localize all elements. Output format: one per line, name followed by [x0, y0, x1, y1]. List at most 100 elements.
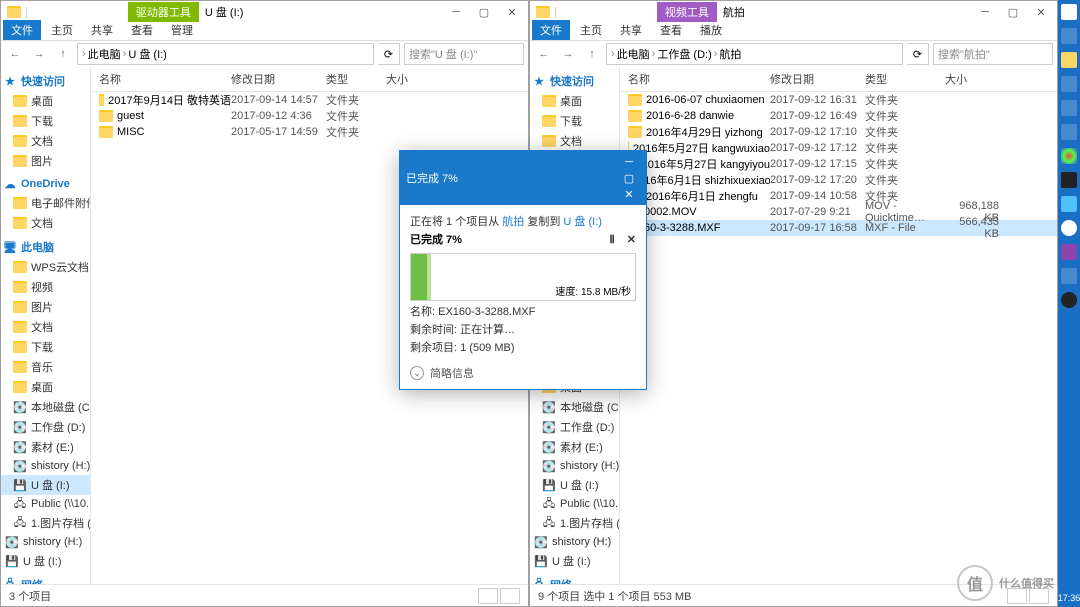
nav-item-thisPC[interactable]: 🖥此电脑: [1, 237, 90, 257]
minimize-button[interactable]: ─: [442, 2, 470, 22]
search-input[interactable]: 搜索"U 盘 (I:)": [404, 43, 524, 65]
table-row[interactable]: 2016-06-07 chuxiaomen2017-09-12 16:31文件夹: [620, 92, 1057, 108]
steam-icon[interactable]: [1061, 172, 1077, 188]
nav-item-shistoryH2[interactable]: 💽shistory (H:): [530, 533, 619, 551]
nav-item-network[interactable]: 🖧网络: [530, 575, 619, 584]
nav-item-desktop[interactable]: 桌面: [1, 91, 90, 111]
nav-item-emailAtt[interactable]: 电子邮件附件: [1, 193, 90, 213]
nav-item-documents[interactable]: 文档: [1, 131, 90, 151]
obs-icon[interactable]: [1061, 292, 1077, 308]
source-link[interactable]: 航拍: [502, 216, 524, 228]
maximize-button[interactable]: ▢: [999, 2, 1027, 22]
table-row[interactable]: 60-3-3288.MXF2017-09-17 16:58MXF - File5…: [620, 220, 1057, 236]
context-tool-tab[interactable]: 视频工具: [657, 2, 717, 22]
nav-item-shistoryH[interactable]: 💽shistory (H:): [530, 457, 619, 475]
tab-view[interactable]: 查看: [123, 20, 161, 40]
search-input[interactable]: 搜索"航拍": [933, 43, 1053, 65]
nav-item-usbI2[interactable]: 💾U 盘 (I:): [1, 551, 90, 571]
tab-play[interactable]: 播放: [692, 20, 730, 40]
table-row[interactable]: 2016年4月29日 yizhong2017-09-12 17:10文件夹: [620, 124, 1057, 140]
close-button[interactable]: ✕: [498, 2, 526, 22]
nav-item-quickAccess[interactable]: ★快速访问: [530, 71, 619, 91]
nav-item-wps[interactable]: WPS云文档: [1, 257, 90, 277]
refresh-button[interactable]: ⟳: [378, 43, 400, 65]
nav-item-docs3[interactable]: 文档: [1, 317, 90, 337]
tab-file[interactable]: 文件: [532, 20, 570, 40]
nav-item-quickAccess[interactable]: ★快速访问: [1, 71, 90, 91]
nav-item-workD[interactable]: 💽工作盘 (D:): [1, 417, 90, 437]
nav-item-downloads[interactable]: 下载: [1, 111, 90, 131]
clock[interactable]: 17:36: [1058, 589, 1080, 607]
tab-manage[interactable]: 管理: [163, 20, 201, 40]
nav-item-docs2[interactable]: 文档: [1, 213, 90, 233]
nav-item-oneDrive[interactable]: ☁OneDrive: [1, 175, 90, 193]
maximize-button[interactable]: ▢: [470, 2, 498, 22]
bmw-icon[interactable]: [1061, 220, 1077, 236]
tab-home[interactable]: 主页: [43, 20, 81, 40]
forward-button[interactable]: →: [558, 44, 578, 64]
table-row[interactable]: 2016-6-28 danwie2017-09-12 16:49文件夹: [620, 108, 1057, 124]
table-row[interactable]: 2016年5月27日 kangyiyou2017-09-12 17:15文件夹: [620, 156, 1057, 172]
nav-item-shistoryH2[interactable]: 💽shistory (H:): [1, 533, 90, 551]
nav-item-usbI[interactable]: 💾U 盘 (I:): [1, 475, 90, 495]
nav-item-localC[interactable]: 💽本地磁盘 (C:): [1, 397, 90, 417]
chrome-icon[interactable]: [1061, 148, 1077, 164]
taskbar-app-icon[interactable]: [1061, 76, 1077, 92]
file-list[interactable]: 2016-06-07 chuxiaomen2017-09-12 16:31文件夹…: [620, 92, 1057, 584]
up-button[interactable]: ↑: [53, 44, 73, 64]
word-icon[interactable]: [1061, 196, 1077, 212]
nav-item-picStore[interactable]: 🖧1.图片存档 (\\10.12: [530, 513, 619, 533]
table-row[interactable]: guest2017-09-12 4:36文件夹: [91, 108, 528, 124]
minimize-button[interactable]: ─: [971, 2, 999, 22]
nav-item-network[interactable]: 🖧网络: [1, 575, 90, 584]
nav-item-picStore[interactable]: 🖧1.图片存档 (\\10.12: [1, 513, 90, 533]
nav-item-public[interactable]: 🖧Public (\\10.127.10: [1, 495, 90, 513]
dialog-minimize-button[interactable]: ─: [618, 154, 640, 170]
nav-item-downloads[interactable]: 下载: [530, 111, 619, 131]
context-tool-tab[interactable]: 驱动器工具: [128, 2, 199, 22]
taskbar-app-icon[interactable]: [1061, 28, 1077, 44]
table-row[interactable]: 2017年9月14日 敬特英语2017-09-14 14:57文件夹: [91, 92, 528, 108]
column-headers[interactable]: 名称 修改日期 类型 大小: [91, 67, 528, 92]
tab-home[interactable]: 主页: [572, 20, 610, 40]
nav-item-music[interactable]: 音乐: [1, 357, 90, 377]
breadcrumb[interactable]: ›此电脑 ›工作盘 (D:) ›航拍: [606, 43, 903, 65]
nav-item-desktop2[interactable]: 桌面: [1, 377, 90, 397]
nav-item-usbI[interactable]: 💾U 盘 (I:): [530, 475, 619, 495]
view-icons-button[interactable]: [500, 588, 520, 604]
tab-view[interactable]: 查看: [652, 20, 690, 40]
nav-item-pictures2[interactable]: 图片: [1, 297, 90, 317]
nav-item-localC[interactable]: 💽本地磁盘 (C:): [530, 397, 619, 417]
dialog-maximize-button[interactable]: ▢: [618, 170, 640, 186]
refresh-button[interactable]: ⟳: [907, 43, 929, 65]
nav-item-downloads2[interactable]: 下载: [1, 337, 90, 357]
tab-share[interactable]: 共享: [612, 20, 650, 40]
premiere-icon[interactable]: [1061, 244, 1077, 260]
back-button[interactable]: ←: [534, 44, 554, 64]
breadcrumb[interactable]: ›此电脑 ›U 盘 (I:): [77, 43, 374, 65]
nav-item-shistoryH[interactable]: 💽shistory (H:): [1, 457, 90, 475]
nav-item-pictures[interactable]: 图片: [1, 151, 90, 171]
nav-item-documents[interactable]: 文档: [530, 131, 619, 151]
column-headers[interactable]: 名称 修改日期 类型 大小: [620, 67, 1057, 92]
nav-item-usbI2[interactable]: 💾U 盘 (I:): [530, 551, 619, 571]
taskbar-app-icon[interactable]: [1061, 268, 1077, 284]
start-button[interactable]: [1061, 4, 1077, 20]
view-details-button[interactable]: [478, 588, 498, 604]
tab-share[interactable]: 共享: [83, 20, 121, 40]
dest-link[interactable]: U 盘 (I:): [563, 216, 602, 228]
taskbar[interactable]: 17:36: [1058, 0, 1080, 607]
up-button[interactable]: ↑: [582, 44, 602, 64]
back-button[interactable]: ←: [5, 44, 25, 64]
close-button[interactable]: ✕: [1027, 2, 1055, 22]
nav-item-desktop[interactable]: 桌面: [530, 91, 619, 111]
forward-button[interactable]: →: [29, 44, 49, 64]
pause-button[interactable]: Ⅱ: [609, 233, 614, 246]
dialog-close-button[interactable]: ✕: [618, 186, 640, 202]
nav-item-public[interactable]: 🖧Public (\\10.127.10: [530, 495, 619, 513]
nav-item-workD[interactable]: 💽工作盘 (D:): [530, 417, 619, 437]
table-row[interactable]: 2016年5月27日 kangwuxiao2017-09-12 17:12文件夹: [620, 140, 1057, 156]
table-row[interactable]: MISC2017-05-17 14:59文件夹: [91, 124, 528, 140]
nav-item-videos[interactable]: 视频: [1, 277, 90, 297]
store-icon[interactable]: [1061, 100, 1077, 116]
